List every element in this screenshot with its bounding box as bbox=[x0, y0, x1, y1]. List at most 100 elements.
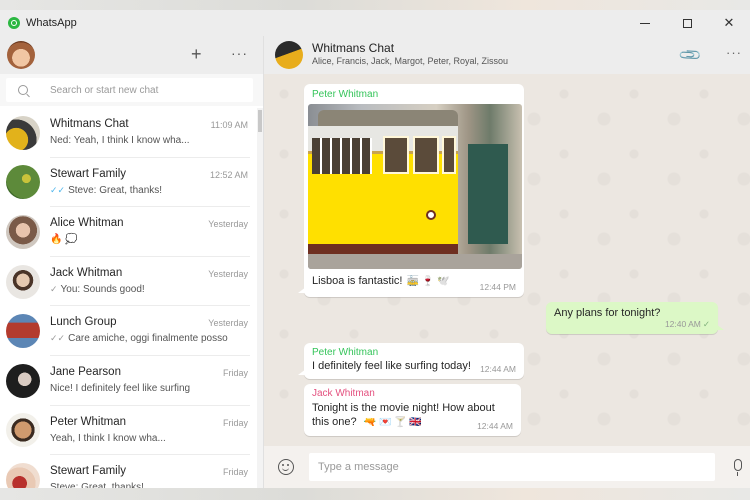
menu-more-icon[interactable]: ··· bbox=[231, 44, 248, 62]
conversation-header[interactable]: Whitmans Chat Alice, Francis, Jack, Marg… bbox=[264, 36, 750, 74]
conversation-title: Whitmans Chat bbox=[312, 41, 395, 55]
chat-preview-text: Ned: Yeah, I think I know wha... bbox=[50, 135, 190, 146]
message-bubble-incoming: Peter Whitman I definitely feel like sur… bbox=[298, 343, 524, 379]
message-sender: Peter Whitman bbox=[312, 89, 379, 100]
message-caption: Lisboa is fantastic! 🚋 🍷 🕊️ bbox=[312, 275, 449, 287]
chat-item[interactable]: Stewart Family Friday Steve: Great, than… bbox=[0, 455, 258, 488]
message-text: Any plans for tonight? bbox=[554, 307, 661, 319]
chat-item[interactable]: Lunch Group Yesterday ✓✓ Care amiche, ogg… bbox=[0, 306, 258, 356]
chat-list-scrollbar[interactable] bbox=[257, 108, 263, 488]
close-button[interactable]: ✕ bbox=[708, 10, 750, 36]
sent-check-icon: ✓ bbox=[702, 319, 710, 329]
search-input[interactable] bbox=[50, 84, 220, 96]
message-input[interactable] bbox=[309, 453, 715, 481]
chat-time: Friday bbox=[222, 367, 248, 378]
search-box bbox=[6, 78, 253, 102]
message-composer bbox=[264, 446, 750, 488]
chat-time: Friday bbox=[222, 467, 248, 478]
chat-list: Whitmans Chat 11:09 AM Ned: Yeah, I thin… bbox=[0, 108, 258, 488]
chat-time: Yesterday bbox=[208, 268, 248, 279]
attach-paperclip-icon[interactable]: 📎 bbox=[678, 42, 703, 68]
chat-preview: ✓✓ Steve: Great, thanks! bbox=[50, 185, 162, 196]
chat-name: Lunch Group bbox=[50, 316, 117, 329]
chat-name: Jane Pearson bbox=[50, 365, 121, 378]
minimize-icon bbox=[640, 22, 650, 24]
chat-preview: ✓✓ Care amiche, oggi finalmente posso bbox=[50, 333, 228, 344]
chat-preview: Ned: Yeah, I think I know wha... bbox=[50, 135, 190, 146]
chat-item[interactable]: Alice Whitman Yesterday 🔥 💭 bbox=[0, 207, 258, 257]
double-check-icon: ✓✓ bbox=[50, 333, 66, 344]
message-time: 12:44 AM bbox=[477, 421, 513, 431]
photo-tram-window bbox=[442, 136, 456, 174]
chat-preview: Nice! I definitely feel like surfing bbox=[50, 383, 190, 394]
chat-preview-text: Steve: Great, thanks! bbox=[50, 482, 144, 488]
chat-item[interactable]: Peter Whitman Friday Yeah, I think I kno… bbox=[0, 406, 258, 456]
chat-preview-emoji: 🔥 💭 bbox=[50, 234, 78, 246]
chat-avatar bbox=[6, 363, 40, 398]
chat-preview: ✓ You: Sounds good! bbox=[50, 284, 145, 295]
chat-item-body: Jane Pearson Friday Nice! I definitely f… bbox=[50, 356, 250, 406]
double-check-read-icon: ✓✓ bbox=[50, 184, 66, 195]
message-image-tram[interactable] bbox=[308, 104, 522, 269]
chat-avatar bbox=[6, 462, 40, 488]
close-icon: ✕ bbox=[723, 15, 735, 30]
chat-preview-text: You: Sounds good! bbox=[60, 283, 145, 295]
chat-time: Yesterday bbox=[208, 219, 248, 230]
microphone-icon[interactable] bbox=[734, 459, 742, 476]
group-avatar[interactable] bbox=[275, 41, 303, 69]
conversation-menu-icon[interactable]: ··· bbox=[726, 45, 742, 60]
my-profile-avatar[interactable] bbox=[7, 41, 35, 69]
photo-tram-window bbox=[413, 136, 439, 174]
message-area: Peter Whitman Lisboa is fantastic! 🚋 🍷 🕊️… bbox=[264, 74, 750, 446]
chat-avatar bbox=[6, 264, 40, 299]
chat-time: Friday bbox=[222, 417, 248, 428]
chat-item[interactable]: Jane Pearson Friday Nice! I definitely f… bbox=[0, 356, 258, 406]
chat-preview-text: Yeah, I think I know wha... bbox=[50, 432, 166, 444]
maximize-icon bbox=[682, 18, 692, 28]
minimize-button[interactable] bbox=[624, 10, 666, 36]
message-bubble-incoming: Peter Whitman Lisboa is fantastic! 🚋 🍷 🕊️… bbox=[298, 84, 524, 297]
message-text: I definitely feel like surfing today! bbox=[312, 360, 471, 372]
chat-avatar bbox=[6, 413, 40, 448]
search-bar bbox=[0, 74, 263, 106]
app-title: WhatsApp bbox=[26, 17, 77, 29]
chat-item[interactable]: Stewart Family 12:52 AM ✓✓ Steve: Great, … bbox=[0, 158, 258, 208]
whatsapp-logo-icon bbox=[8, 17, 20, 29]
message-bubble-incoming: Jack Whitman Tonight is the movie night!… bbox=[304, 384, 521, 436]
photo-tram-side-windows bbox=[312, 138, 372, 174]
message-sender: Peter Whitman bbox=[312, 347, 379, 358]
chat-preview: Yeah, I think I know wha... bbox=[50, 433, 166, 444]
chat-item-body: Whitmans Chat 11:09 AM Ned: Yeah, I thin… bbox=[50, 108, 250, 158]
chat-item-body: Stewart Family Friday Steve: Great, than… bbox=[50, 455, 250, 488]
search-icon bbox=[18, 85, 28, 95]
chat-preview: Steve: Great, thanks! bbox=[50, 482, 144, 488]
photo-street bbox=[308, 254, 522, 269]
message-emoji: 🚋 🍷 🕊️ bbox=[406, 276, 450, 287]
chat-preview-text: Nice! I definitely feel like surfing bbox=[50, 382, 191, 394]
chat-item-body: Stewart Family 12:52 AM ✓✓ Steve: Great, … bbox=[50, 158, 250, 208]
message-text: Lisboa is fantastic! bbox=[312, 275, 403, 287]
conversation-panel: Whitmans Chat Alice, Francis, Jack, Marg… bbox=[264, 36, 750, 488]
maximize-button[interactable] bbox=[666, 10, 708, 36]
chat-preview-text: Care amiche, oggi finalmente posso bbox=[68, 333, 228, 345]
chat-item[interactable]: Jack Whitman Yesterday ✓ You: Sounds good… bbox=[0, 257, 258, 307]
conversation-members: Alice, Francis, Jack, Margot, Peter, Roy… bbox=[312, 56, 509, 66]
message-time: 12:44 PM bbox=[479, 282, 516, 292]
chat-item[interactable]: Whitmans Chat 11:09 AM Ned: Yeah, I thin… bbox=[0, 108, 258, 158]
message-sender: Jack Whitman bbox=[312, 388, 375, 399]
message-time: 12:40 AM bbox=[664, 319, 701, 329]
chat-avatar bbox=[6, 115, 40, 150]
emoji-smiley-icon[interactable] bbox=[278, 459, 294, 475]
title-bar: WhatsApp ✕ bbox=[0, 10, 750, 36]
new-chat-plus-icon[interactable]: + bbox=[191, 45, 202, 63]
chat-item-body: Jack Whitman Yesterday ✓ You: Sounds good… bbox=[50, 257, 250, 307]
chat-avatar bbox=[6, 165, 40, 200]
left-header: + ··· bbox=[0, 36, 263, 74]
chat-item-body: Alice Whitman Yesterday 🔥 💭 bbox=[50, 207, 250, 257]
chat-time: 11:09 AM bbox=[210, 120, 248, 130]
scrollbar-thumb[interactable] bbox=[258, 110, 262, 132]
photo-tram-headlight bbox=[426, 210, 436, 220]
chat-name: Whitmans Chat bbox=[50, 118, 129, 130]
chat-item-body: Lunch Group Yesterday ✓✓ Care amiche, ogg… bbox=[50, 306, 250, 356]
chat-preview-text: Steve: Great, thanks! bbox=[68, 184, 163, 196]
